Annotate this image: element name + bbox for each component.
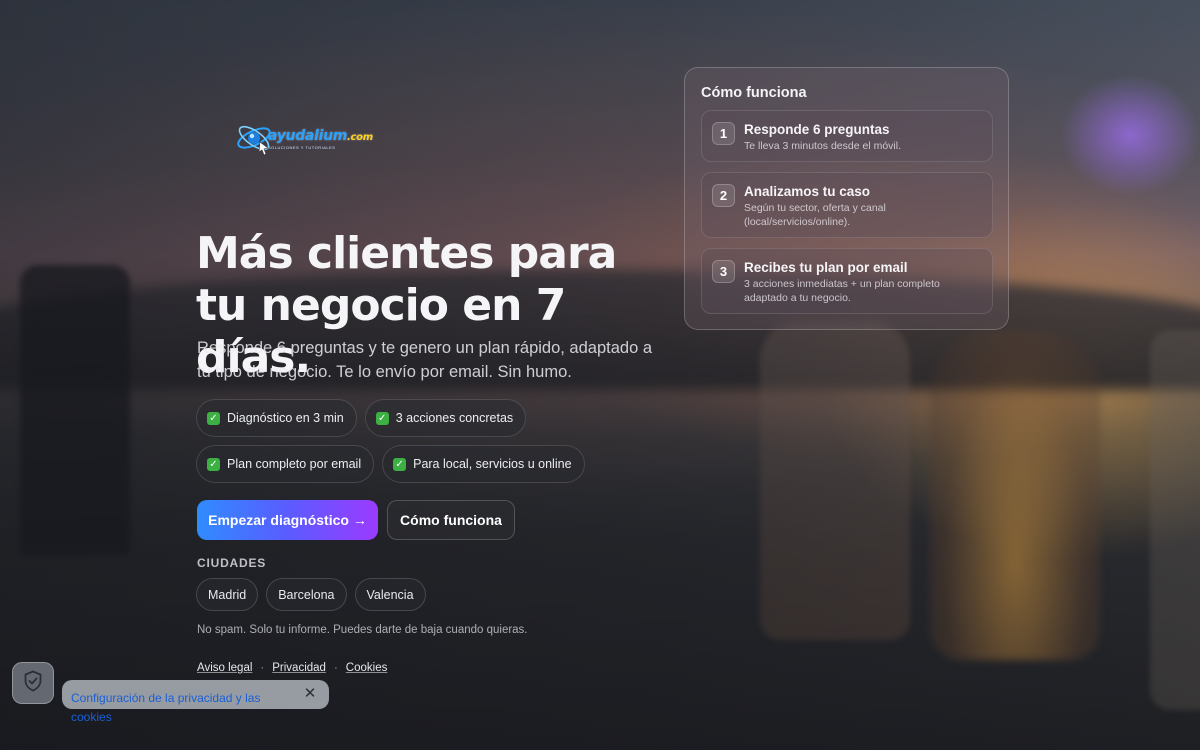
step-card: 2 Analizamos tu caso Según tu sector, of… — [701, 172, 993, 238]
no-spam-note: No spam. Solo tu informe. Puedes darte d… — [197, 624, 528, 636]
step-card: 1 Responde 6 preguntas Te lleva 3 minuto… — [701, 110, 993, 162]
shield-icon — [23, 670, 43, 697]
privacy-settings-button[interactable] — [12, 662, 54, 704]
privacy-settings-link[interactable]: Configuración de la privacidad y las coo… — [71, 689, 291, 727]
feature-chip: ✓ Plan completo por email — [196, 445, 375, 483]
step-description: Te lleva 3 minutos desde el móvil. — [744, 140, 901, 152]
logo-wordmark: ayudalium.com — [268, 128, 373, 144]
feature-chip: ✓ Para local, servicios u online — [382, 445, 585, 483]
check-icon: ✓ — [375, 411, 389, 425]
feature-chips: ✓ Diagnóstico en 3 min ✓ 3 acciones conc… — [196, 399, 676, 491]
step-description: 3 acciones inmediatas + un plan completo… — [744, 278, 940, 304]
check-icon: ✓ — [207, 411, 220, 425]
check-icon: ✓ — [207, 457, 220, 471]
step-number: 2 — [712, 184, 735, 207]
atom-logo-icon — [234, 118, 276, 160]
city-chip-madrid[interactable]: Madrid — [196, 578, 259, 611]
city-chip-barcelona[interactable]: Barcelona — [266, 578, 347, 611]
how-it-works-panel: Cómo funciona 1 Responde 6 preguntas Te … — [684, 67, 1009, 330]
panel-title: Cómo funciona — [701, 85, 807, 101]
feature-chip-label: Plan completo por email — [227, 457, 362, 471]
feature-chip-label: Para local, servicios u online — [413, 457, 572, 471]
footer-separator: · — [333, 662, 338, 674]
site-logo[interactable]: ayudalium.com SOLUCIONES Y TUTORIALES — [234, 118, 379, 160]
cookies-link[interactable]: Cookies — [346, 662, 388, 674]
step-title: Responde 6 preguntas — [744, 122, 890, 137]
step-number: 1 — [712, 122, 735, 145]
step-title: Analizamos tu caso — [744, 184, 871, 199]
privacy-link[interactable]: Privacidad — [272, 662, 326, 674]
city-chip-valencia[interactable]: Valencia — [354, 578, 426, 611]
feature-chip: ✓ Diagnóstico en 3 min — [196, 399, 357, 437]
footer-separator: · — [260, 662, 265, 674]
close-icon[interactable]: ✕ — [302, 686, 318, 702]
feature-chip: ✓ 3 acciones concretas — [364, 399, 527, 437]
step-number: 3 — [712, 260, 735, 283]
feature-chip-label: 3 acciones concretas — [395, 411, 514, 425]
cities-label: CIUDADES — [197, 556, 267, 570]
footer-links: Aviso legal · Privacidad · Cookies — [197, 662, 387, 674]
hero-subtitle: Responde 6 preguntas y te genero un plan… — [197, 339, 653, 381]
step-card: 3 Recibes tu plan por email 3 acciones i… — [701, 248, 993, 314]
check-icon: ✓ — [393, 457, 407, 471]
how-it-works-button[interactable]: Cómo funciona — [387, 500, 515, 540]
cities-list: Madrid Barcelona Valencia — [196, 578, 426, 611]
logo-text: ayudalium.com SOLUCIONES Y TUTORIALES — [268, 128, 373, 150]
step-title: Recibes tu plan por email — [744, 260, 908, 275]
step-description: Según tu sector, oferta y canal (local/s… — [744, 202, 886, 228]
logo-tagline: SOLUCIONES Y TUTORIALES — [268, 145, 336, 150]
legal-notice-link[interactable]: Aviso legal — [197, 662, 252, 674]
feature-chip-label: Diagnóstico en 3 min — [227, 411, 344, 425]
start-diagnosis-button[interactable]: Empezar diagnóstico → — [197, 500, 378, 540]
